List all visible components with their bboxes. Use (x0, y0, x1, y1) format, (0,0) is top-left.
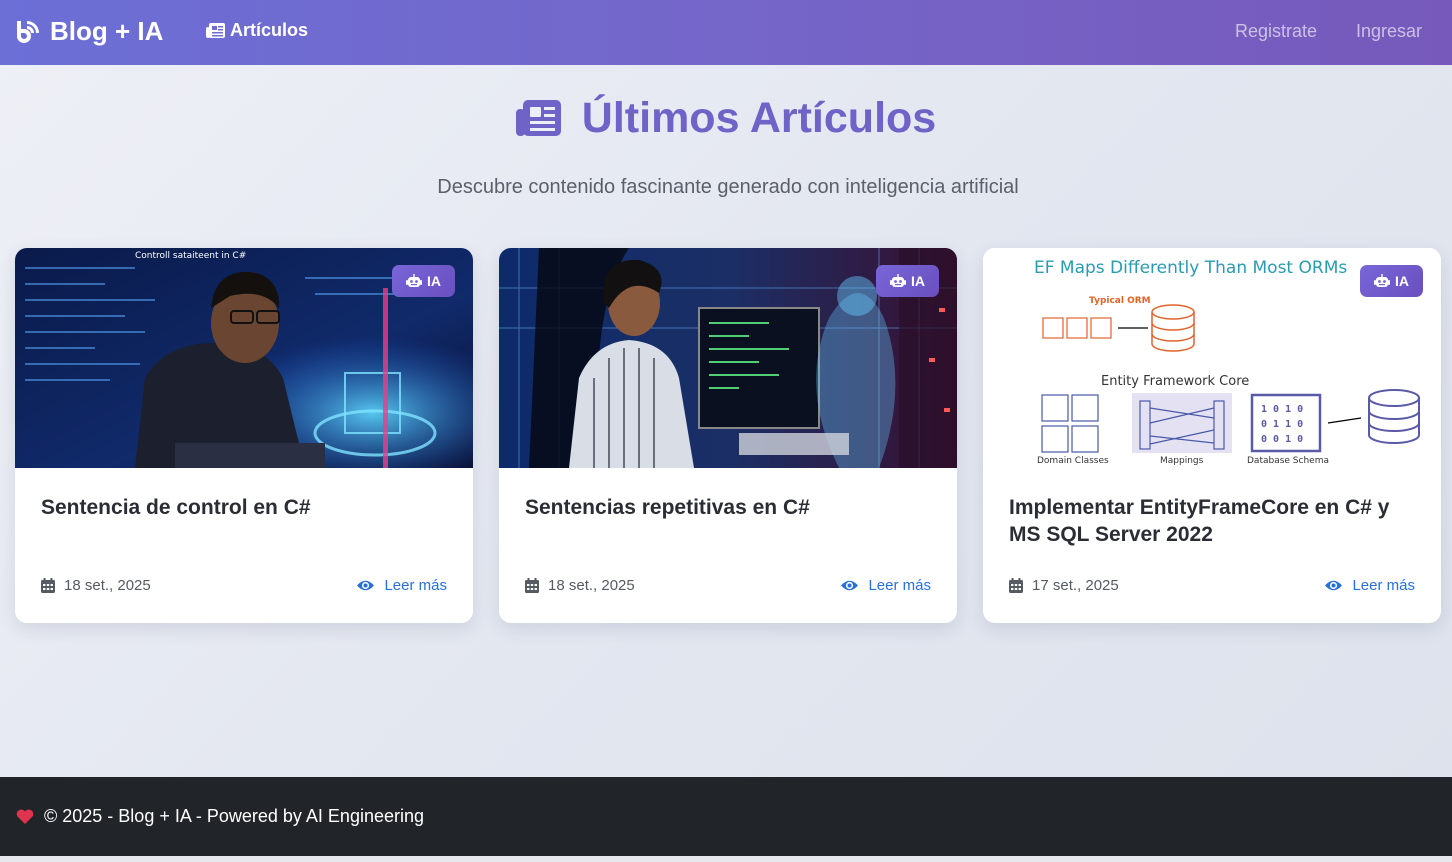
article-image[interactable]: Controll sataiteent in C# IA (15, 248, 473, 468)
article-title[interactable]: Implementar EntityFrameCore en C# y MS S… (1009, 494, 1419, 548)
bottom-strip (0, 856, 1452, 862)
read-more-label: Leer más (384, 577, 447, 594)
diagram-efcore: Entity Framework Core (1101, 374, 1249, 389)
read-more-link[interactable]: Leer más (1325, 577, 1415, 594)
register-link[interactable]: Registrate (1235, 21, 1317, 42)
article-date: 17 set., 2025 (1009, 577, 1119, 594)
article-card[interactable]: Controll sataiteent in C# IA Sentencia d… (15, 248, 473, 623)
article-card[interactable]: EF Maps Differently Than Most ORMs Typic… (983, 248, 1441, 623)
robot-icon (406, 274, 422, 287)
read-more-label: Leer más (868, 577, 931, 594)
article-date: 18 set., 2025 (525, 577, 635, 594)
read-more-label: Leer más (1352, 577, 1415, 594)
article-date-text: 18 set., 2025 (548, 577, 635, 594)
eye-icon (841, 580, 859, 591)
diagram-typical: Typical ORM (1089, 296, 1151, 306)
badge-label: IA (1395, 273, 1409, 289)
diagram-schema: Database Schema (1247, 456, 1329, 466)
brand-link[interactable]: Blog + IA (14, 16, 163, 47)
nav-articles-link[interactable]: Artículos (206, 20, 308, 41)
article-date-text: 18 set., 2025 (64, 577, 151, 594)
svg-text:1 0 1 0: 1 0 1 0 (1261, 404, 1303, 415)
page-subtitle: Descubre contenido fascinante generado c… (437, 176, 1019, 198)
heart-icon (16, 808, 34, 824)
svg-text:0 1 1 0: 0 1 1 0 (1261, 419, 1303, 430)
ai-badge: IA (1360, 265, 1423, 297)
footer-text: © 2025 - Blog + IA - Powered by AI Engin… (44, 806, 424, 826)
brand-text: Blog + IA (50, 16, 164, 46)
svg-text:0 0 1 0: 0 0 1 0 (1261, 434, 1303, 445)
nav-articles-label: Artículos (230, 20, 309, 40)
article-card[interactable]: IA Sentencias repetitivas en C# 18 set.,… (499, 248, 957, 623)
article-image[interactable]: EF Maps Differently Than Most ORMs Typic… (983, 248, 1441, 468)
calendar-icon (41, 578, 55, 593)
diagram-title: EF Maps Differently Than Most ORMs (1034, 258, 1347, 278)
read-more-link[interactable]: Leer más (357, 577, 447, 594)
footer: © 2025 - Blog + IA - Powered by AI Engin… (0, 777, 1452, 856)
article-title[interactable]: Sentencias repetitivas en C# (525, 494, 935, 521)
badge-label: IA (427, 273, 441, 289)
diagram-domain: Domain Classes (1037, 456, 1109, 466)
calendar-icon (1009, 578, 1023, 593)
badge-label: IA (911, 273, 925, 289)
eye-icon (357, 580, 375, 591)
robot-icon (1374, 274, 1390, 287)
robot-icon (890, 274, 906, 287)
blog-icon (17, 20, 39, 43)
navbar: Blog + IA Artículos Registrate Ingresar (0, 0, 1452, 65)
article-date: 18 set., 2025 (41, 577, 151, 594)
newspaper-icon (515, 99, 561, 136)
calendar-icon (525, 578, 539, 593)
login-link[interactable]: Ingresar (1356, 21, 1422, 42)
newspaper-icon (206, 22, 225, 38)
article-image[interactable]: IA (499, 248, 957, 468)
page-title-text: Últimos Artículos (581, 94, 937, 142)
eye-icon (1325, 580, 1343, 591)
ai-badge: IA (392, 265, 455, 297)
page-title: Últimos Artículos (0, 94, 1452, 143)
article-title[interactable]: Sentencia de control en C# (41, 494, 451, 521)
read-more-link[interactable]: Leer más (841, 577, 931, 594)
image-caption: Controll sataiteent in C# (135, 251, 246, 261)
diagram-mappings: Mappings (1160, 456, 1204, 466)
article-date-text: 17 set., 2025 (1032, 577, 1119, 594)
ai-badge: IA (876, 265, 939, 297)
